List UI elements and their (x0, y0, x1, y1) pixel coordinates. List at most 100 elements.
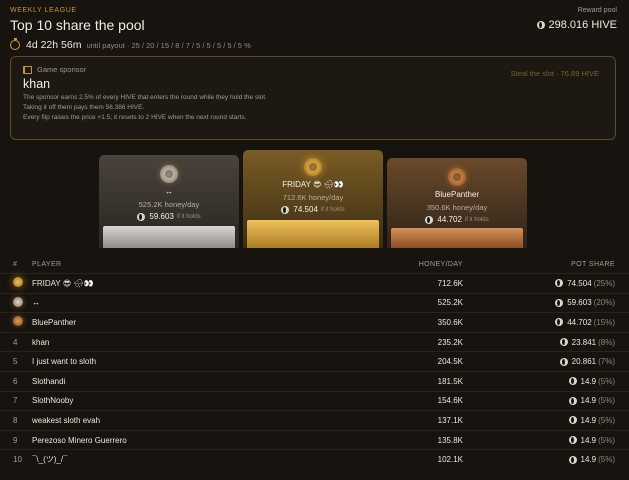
honey-cell: 154.6K (437, 396, 463, 406)
share-cell: 23.841 (8%) (463, 338, 615, 347)
hive-coin-icon (559, 357, 568, 366)
timer-icon (10, 38, 20, 50)
honey-cell: 204.5K (437, 357, 463, 367)
podium-bar (247, 220, 379, 248)
rank-cell: 9 (13, 435, 18, 445)
rank-cell (0, 277, 32, 289)
honey-cell: 137.1K (437, 415, 463, 425)
share-percent: (25%) (593, 278, 615, 288)
player-cell: BluePanther (32, 317, 77, 327)
rank-cell (0, 296, 32, 309)
share-cell: 14.9 (5%) (463, 377, 615, 386)
rank-cell (0, 316, 32, 328)
hive-coin-icon (536, 21, 545, 29)
podium-third: BluePanther 350.6K honey/day 44.702 if i… (387, 158, 527, 248)
countdown-value: 4d 22h 56m (26, 39, 82, 51)
medal-icon (304, 158, 322, 176)
share-cell: 14.9 (5%) (463, 416, 615, 425)
hive-coin-icon (568, 455, 577, 464)
rank-cell: 7 (13, 396, 18, 406)
table-row[interactable]: 4 khan 235.2K 23.841 (8%) (0, 331, 629, 352)
hive-coin-icon (425, 215, 434, 224)
podium-name: BluePanther (434, 190, 480, 199)
podium-name: FRIDAY 😎 🌧👀 (282, 180, 344, 189)
sponsor-name: khan (23, 77, 51, 91)
hive-coin-icon (568, 416, 577, 425)
podium-hint: if it holds (464, 216, 489, 223)
medal-icon (448, 168, 466, 186)
podium-share-value: 44.702 (437, 215, 462, 224)
table-row[interactable]: FRIDAY 😎 🌧👀 712.6K 74.504 (25%) (0, 273, 629, 293)
honey-cell: 235.2K (437, 337, 463, 347)
podium-share-value: 59.603 (149, 212, 174, 221)
share-value: 14.9 (580, 415, 597, 425)
reward-pool-label: Reward pool (577, 7, 617, 14)
header-player: PLAYER (32, 261, 62, 268)
share-percent: (15%) (593, 317, 615, 327)
share-value: 14.9 (580, 396, 597, 406)
rank-cell: 5 (13, 357, 18, 367)
flag-icon (23, 65, 32, 74)
share-cell: 14.9 (5%) (463, 455, 615, 464)
player-cell: SlothNooby (32, 396, 74, 406)
share-percent: (5%) (598, 396, 615, 406)
podium-first: FRIDAY 😎 🌧👀 712.6K honey/day 74.504 if i… (243, 150, 383, 248)
podium-name: ↔ (165, 187, 173, 196)
share-cell: 74.504 (25%) (463, 279, 615, 288)
hive-coin-icon (555, 318, 564, 327)
player-cell: ↔ (32, 298, 40, 308)
table-row[interactable]: 10 ¯\_(ツ)_/¯ 102.1K 14.9 (5%) (0, 449, 629, 469)
share-value: 20.861 (571, 357, 597, 367)
header-rank: # (13, 261, 18, 268)
table-header: # PLAYER HONEY/DAY POT SHARE (0, 256, 629, 273)
table-row[interactable]: 8 weakest sloth evah 137.1K 14.9 (5%) (0, 410, 629, 430)
medal-icon (13, 277, 23, 288)
player-cell: ¯\_(ツ)_/¯ (32, 455, 68, 465)
honey-cell: 181.5K (437, 376, 463, 386)
steal-slot-button[interactable]: Steal the slot · 76.89 HIVE (511, 69, 599, 78)
share-value: 59.603 (567, 298, 592, 308)
player-cell: weakest sloth evah (32, 415, 101, 425)
medal-icon (13, 296, 23, 307)
honey-cell: 525.2K (437, 298, 463, 308)
share-value: 74.504 (567, 278, 592, 288)
podium-hint: if it holds (176, 213, 201, 220)
leaderboard-table: # PLAYER HONEY/DAY POT SHARE FRIDAY 😎 🌧👀… (0, 256, 629, 469)
table-row[interactable]: 9 Perezoso Minero Guerrero 135.8K 14.9 (5%) (0, 429, 629, 450)
league-label: WEEKLY LEAGUE (10, 7, 77, 14)
sponsor-line: Taking it off them pays them 56.386 HIVE… (23, 104, 145, 111)
hive-coin-icon (559, 338, 568, 347)
table-row[interactable]: 7 SlothNooby 154.6K 14.9 (5%) (0, 390, 629, 411)
rank-cell: 6 (13, 376, 18, 386)
podium-rate: 712.6K honey/day (282, 193, 344, 202)
table-row[interactable]: 6 Slothandi 181.5K 14.9 (5%) (0, 370, 629, 391)
header-honey: HONEY/DAY (418, 261, 463, 268)
payout-text: until payout · 25 / 20 / 15 / 8 / 7 / 5 … (86, 40, 251, 50)
podium-share: 74.504 if it holds (243, 205, 383, 214)
honey-cell: 102.1K (437, 455, 463, 465)
table-row[interactable]: 5I just want to sloth 204.5K 20.861 (7%) (0, 351, 629, 371)
hive-coin-icon (281, 205, 290, 214)
medal-icon (13, 316, 23, 327)
share-cell: 59.603 (20%) (463, 298, 615, 307)
share-percent: (5%) (598, 455, 615, 465)
podium-bar (391, 228, 523, 248)
share-value: 14.9 (580, 435, 597, 445)
table-row[interactable]: ↔ 525.2K 59.603 (20%) (0, 292, 629, 313)
hive-coin-icon (555, 279, 564, 288)
hive-coin-icon (568, 396, 577, 405)
podium-share: 59.603 if it holds (99, 212, 239, 221)
player-cell: khan (32, 337, 50, 347)
countdown-row: 4d 22h 56m until payout · 25 / 20 / 15 /… (10, 38, 617, 51)
rank-cell: 4 (13, 337, 18, 347)
podium-hint: if it holds (320, 206, 345, 213)
podium-share: 44.702 if it holds (387, 215, 527, 224)
header: WEEKLY LEAGUE Top 10 share the pool 4d 2… (10, 7, 617, 55)
podium-second: ↔ 525.2K honey/day 59.603 if it holds (99, 155, 239, 248)
hive-coin-icon (137, 212, 146, 221)
hive-coin-icon (568, 436, 577, 445)
player-cell: Perezoso Minero Guerrero (32, 435, 127, 445)
honey-cell: 350.6K (437, 317, 463, 327)
reward-pool-amount: 298.016 HIVE (548, 19, 618, 31)
table-row[interactable]: BluePanther 350.6K 44.702 (15%) (0, 312, 629, 332)
